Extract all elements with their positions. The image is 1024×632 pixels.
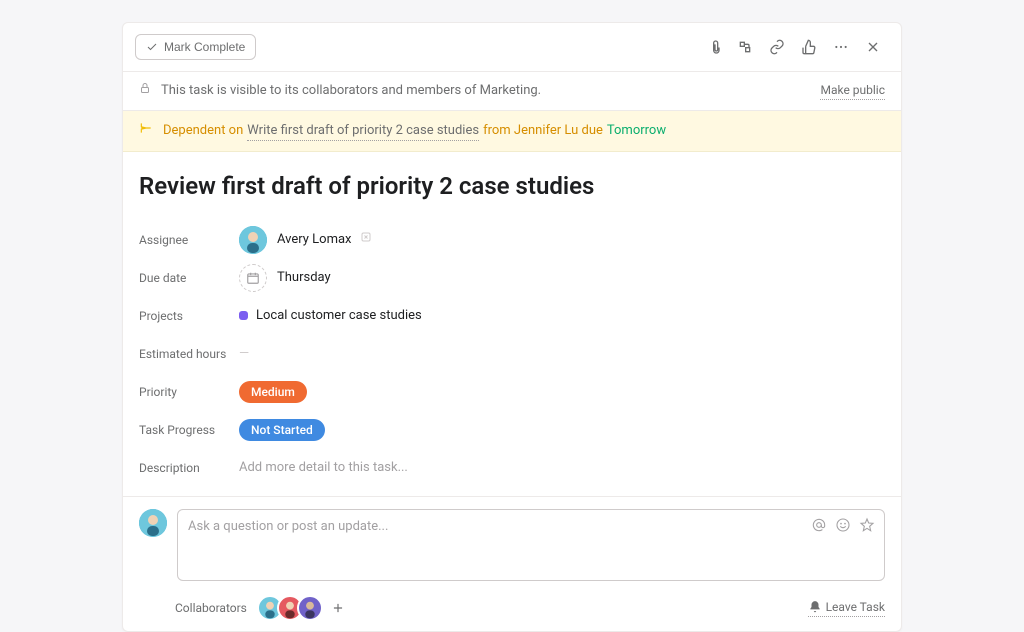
assignee-remove-icon[interactable] [360, 231, 372, 249]
assignee-row: Assignee Avery Lomax [139, 222, 885, 258]
lock-icon [139, 82, 151, 100]
comment-placeholder: Ask a question or post an update... [188, 518, 388, 536]
dependency-task-link[interactable]: Write first draft of priority 2 case stu… [247, 122, 479, 141]
due-date-label: Due date [139, 270, 239, 287]
description-input[interactable]: Add more detail to this task... [239, 459, 408, 477]
priority-pill: Medium [239, 381, 307, 404]
calendar-icon [239, 264, 267, 292]
progress-value[interactable]: Not Started [239, 419, 325, 442]
subtask-icon [737, 39, 753, 55]
estimated-hours-row: Estimated hours — [139, 336, 885, 372]
copy-link-button[interactable] [761, 31, 793, 63]
add-collaborator-button[interactable] [325, 595, 351, 621]
dependency-from-text: from Jennifer Lu due [483, 122, 603, 140]
due-date-text: Thursday [277, 269, 331, 287]
make-public-link[interactable]: Make public [820, 82, 885, 100]
assignee-label: Assignee [139, 232, 239, 249]
close-button[interactable] [857, 31, 889, 63]
more-actions-button[interactable] [825, 31, 857, 63]
progress-pill: Not Started [239, 419, 325, 442]
mark-complete-label: Mark Complete [164, 40, 245, 54]
collaborators-label: Collaborators [175, 600, 247, 617]
comment-input[interactable]: Ask a question or post an update... [177, 509, 885, 581]
collaborator-avatar-3[interactable] [297, 595, 323, 621]
leave-task-label: Leave Task [826, 599, 885, 616]
task-pane: Mark Complete This task is visible to it… [122, 22, 902, 632]
plus-icon [331, 601, 345, 615]
dependency-banner: Dependent on Write first draft of priori… [123, 111, 901, 152]
attachment-icon [705, 39, 721, 55]
mention-button[interactable] [810, 516, 828, 534]
at-icon [811, 517, 827, 533]
task-title[interactable]: Review first draft of priority 2 case st… [139, 170, 885, 204]
due-date-value[interactable]: Thursday [239, 264, 331, 292]
mark-complete-button[interactable]: Mark Complete [135, 34, 256, 60]
assignee-value[interactable]: Avery Lomax [239, 226, 372, 254]
dependency-icon [139, 121, 153, 141]
due-date-row: Due date Thursday [139, 260, 885, 296]
comment-area: Ask a question or post an update... [123, 496, 901, 581]
attachment-button[interactable] [697, 31, 729, 63]
thumbs-up-icon [801, 39, 817, 55]
collaborator-avatars [257, 595, 317, 621]
emoji-button[interactable] [834, 516, 852, 534]
description-label: Description [139, 460, 239, 477]
progress-label: Task Progress [139, 422, 239, 439]
project-color-dot [239, 311, 248, 320]
smile-icon [835, 517, 851, 533]
projects-row: Projects Local customer case studies [139, 298, 885, 334]
assignee-avatar [239, 226, 267, 254]
dependency-due-text: Tomorrow [607, 122, 666, 140]
check-icon [146, 41, 158, 53]
projects-value[interactable]: Local customer case studies [239, 307, 422, 325]
estimated-hours-label: Estimated hours [139, 346, 239, 363]
visibility-text: This task is visible to its collaborator… [161, 82, 541, 100]
task-body: Review first draft of priority 2 case st… [123, 152, 901, 486]
link-icon [769, 39, 785, 55]
assignee-name: Avery Lomax [277, 231, 352, 249]
progress-row: Task Progress Not Started [139, 412, 885, 448]
dependency-prefix: Dependent on [163, 122, 243, 140]
leave-task-button[interactable]: Leave Task [808, 599, 885, 618]
subtask-button[interactable] [729, 31, 761, 63]
comment-actions [810, 516, 876, 534]
description-row: Description Add more detail to this task… [139, 450, 885, 486]
priority-value[interactable]: Medium [239, 381, 307, 404]
visibility-bar: This task is visible to its collaborator… [123, 72, 901, 111]
bell-icon [808, 600, 822, 614]
priority-label: Priority [139, 384, 239, 401]
appreciation-button[interactable] [858, 516, 876, 534]
more-icon [833, 39, 849, 55]
star-icon [859, 517, 875, 533]
close-icon [865, 39, 881, 55]
like-button[interactable] [793, 31, 825, 63]
topbar: Mark Complete [123, 23, 901, 72]
task-footer: Collaborators Leave Task [123, 581, 901, 631]
comment-user-avatar [139, 509, 167, 537]
project-name: Local customer case studies [256, 307, 422, 325]
projects-label: Projects [139, 308, 239, 325]
estimated-hours-value[interactable]: — [239, 345, 249, 363]
priority-row: Priority Medium [139, 374, 885, 410]
